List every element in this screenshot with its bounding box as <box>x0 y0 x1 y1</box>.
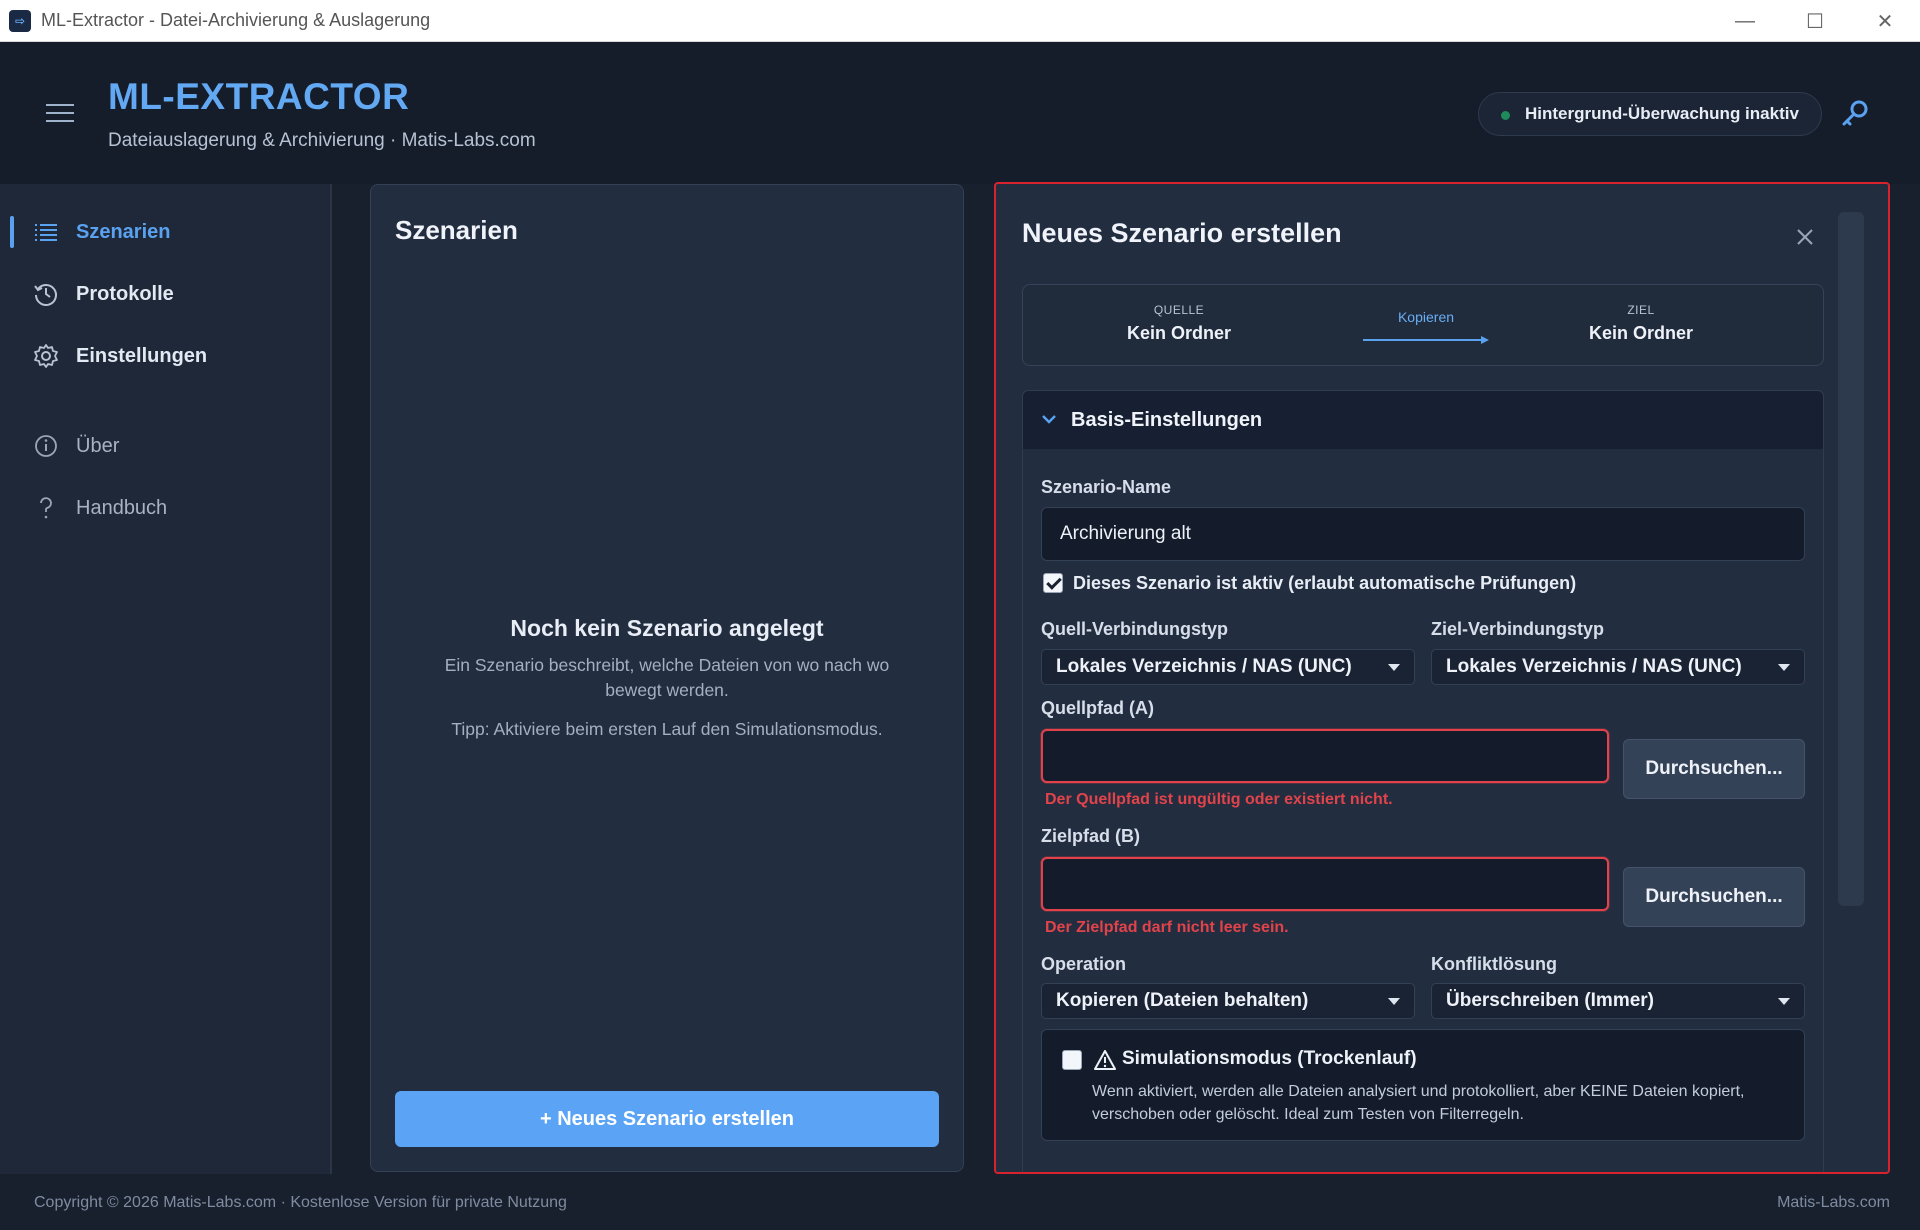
help-icon <box>40 497 52 519</box>
copyright-text: Copyright © 2026 Matis-Labs.com · Kosten… <box>34 1194 567 1211</box>
source-path-label: Quellpfad (A) <box>1041 698 1154 718</box>
source-type-label: Quell-Verbindungstyp <box>1041 619 1229 639</box>
operation-value: Kopieren (Dateien behalten) <box>1056 990 1309 1011</box>
sidebar-item-label: Einstellungen <box>76 344 208 367</box>
active-checkbox-label: Dieses Szenario ist aktiv (erlaubt autom… <box>1073 573 1577 593</box>
minimize-button[interactable]: — <box>1710 0 1780 42</box>
flow-summary: QUELLE Kein Ordner Kopieren ZIEL Kein Or… <box>1022 284 1824 366</box>
sidebar-item-label: Szenarien <box>76 220 171 243</box>
flow-source-caption: QUELLE <box>1153 303 1205 317</box>
footer-link[interactable]: Matis-Labs.com <box>1777 1194 1890 1212</box>
close-window-button[interactable]: ✕ <box>1850 0 1920 42</box>
list-icon <box>35 224 57 241</box>
flow-source-value: Kein Ordner <box>1126 323 1232 343</box>
empty-state-tip: Tipp: Aktiviere beim ersten Lauf den Sim… <box>451 719 883 739</box>
conflict-label: Konfliktlösung <box>1431 954 1557 974</box>
scenario-name-input[interactable]: Archivierung alt <box>1041 507 1805 561</box>
operation-select[interactable]: Kopieren (Dateien behalten) <box>1041 983 1415 1019</box>
new-scenario-button[interactable]: + Neues Szenario erstellen <box>395 1091 939 1147</box>
chevron-down-icon <box>1042 415 1056 424</box>
caret-down-icon <box>1778 998 1790 1005</box>
info-icon <box>35 435 57 457</box>
sidebar-item-einstellungen[interactable]: Einstellungen <box>0 334 330 378</box>
source-path-input[interactable] <box>1041 729 1609 783</box>
monitoring-status-pill[interactable]: Hintergrund-Überwachung inaktiv <box>1478 92 1822 136</box>
app-footer: Copyright © 2026 Matis-Labs.com · Kosten… <box>0 1174 1920 1230</box>
target-path-input[interactable] <box>1041 857 1609 911</box>
brand-subtitle: Dateiauslagerung & Archivierung · Matis-… <box>108 130 536 151</box>
conflict-value: Überschreiben (Immer) <box>1446 990 1655 1011</box>
simulation-title: Simulationsmodus (Trockenlauf) <box>1122 1048 1417 1069</box>
target-path-label: Zielpfad (B) <box>1041 826 1140 846</box>
simulation-box: Simulationsmodus (Trockenlauf) Wenn akti… <box>1041 1029 1805 1141</box>
close-icon[interactable] <box>1792 224 1818 250</box>
history-icon <box>34 284 57 306</box>
target-type-select[interactable]: Lokales Verzeichnis / NAS (UNC) <box>1431 649 1805 685</box>
conflict-select[interactable]: Überschreiben (Immer) <box>1431 983 1805 1019</box>
operation-label: Operation <box>1041 954 1127 974</box>
basis-settings-section: Basis-Einstellungen Szenario-Name Archiv… <box>1022 390 1824 1172</box>
sidebar-item-szenarien[interactable]: Szenarien <box>0 210 330 254</box>
warning-icon <box>1094 1050 1116 1070</box>
sidebar: Szenarien Protokolle Einstellungen Über … <box>0 184 332 1174</box>
app-header: ML-EXTRACTOR Dateiauslagerung & Archivie… <box>0 42 1920 184</box>
flow-operation: Kopieren <box>1397 309 1455 325</box>
editor-scrollbar[interactable] <box>1838 212 1864 906</box>
hamburger-menu-icon[interactable] <box>46 104 74 128</box>
key-icon[interactable] <box>1840 98 1870 128</box>
app-icon: ⇨ <box>9 9 31 32</box>
target-type-label: Ziel-Verbindungstyp <box>1431 619 1605 639</box>
monitoring-status-label: Hintergrund-Überwachung inaktiv <box>1525 104 1799 123</box>
sidebar-item-handbuch[interactable]: Handbuch <box>0 486 330 530</box>
sidebar-item-ueber[interactable]: Über <box>0 424 330 468</box>
scenario-editor-panel: Neues Szenario erstellen QUELLE Kein Ord… <box>994 182 1890 1174</box>
status-dot-icon <box>1501 111 1510 120</box>
window-title: ML-Extractor - Datei-Archivierung & Ausl… <box>41 10 431 30</box>
caret-down-icon <box>1388 998 1400 1005</box>
brand-title: ML-EXTRACTOR <box>108 76 410 117</box>
arrow-right-icon <box>1363 336 1489 344</box>
caret-down-icon <box>1388 664 1400 671</box>
scenarios-title: Szenarien <box>395 215 518 245</box>
source-type-value: Lokales Verzeichnis / NAS (UNC) <box>1056 656 1352 677</box>
caret-down-icon <box>1778 664 1790 671</box>
source-type-select[interactable]: Lokales Verzeichnis / NAS (UNC) <box>1041 649 1415 685</box>
flow-source: QUELLE Kein Ordner <box>1079 303 1279 344</box>
gear-icon <box>34 344 58 368</box>
empty-state-title: Noch kein Szenario angelegt <box>510 615 824 641</box>
sidebar-item-label: Über <box>76 434 120 457</box>
empty-state-description: Ein Szenario beschreibt, welche Dateien … <box>444 655 890 700</box>
scenarios-panel: Szenarien Noch kein Szenario angelegt Ei… <box>370 184 964 1172</box>
sidebar-item-label: Handbuch <box>76 496 168 519</box>
source-path-error: Der Quellpfad ist ungültig oder existier… <box>1045 791 1393 808</box>
sidebar-item-label: Protokolle <box>76 282 174 305</box>
editor-title: Neues Szenario erstellen <box>1022 218 1342 248</box>
flow-target-caption: ZIEL <box>1627 303 1655 317</box>
sidebar-item-protokolle[interactable]: Protokolle <box>0 272 330 316</box>
window-titlebar: ⇨ ML-Extractor - Datei-Archivierung & Au… <box>0 0 1920 42</box>
browse-source-button[interactable]: Durchsuchen... <box>1623 739 1805 799</box>
maximize-button[interactable]: ☐ <box>1780 0 1850 42</box>
section-title: Basis-Einstellungen <box>1071 409 1263 431</box>
target-path-error: Der Zielpfad darf nicht leer sein. <box>1045 919 1289 936</box>
active-checkbox[interactable] <box>1043 573 1063 593</box>
browse-target-button[interactable]: Durchsuchen... <box>1623 867 1805 927</box>
section-header[interactable]: Basis-Einstellungen <box>1023 391 1823 449</box>
simulation-description: Wenn aktiviert, werden alle Dateien anal… <box>1092 1083 1745 1123</box>
simulation-checkbox[interactable] <box>1062 1050 1082 1070</box>
scenario-name-label: Szenario-Name <box>1041 477 1172 497</box>
flow-target: ZIEL Kein Ordner <box>1541 303 1741 344</box>
target-type-value: Lokales Verzeichnis / NAS (UNC) <box>1446 656 1742 677</box>
flow-target-value: Kein Ordner <box>1588 323 1694 343</box>
